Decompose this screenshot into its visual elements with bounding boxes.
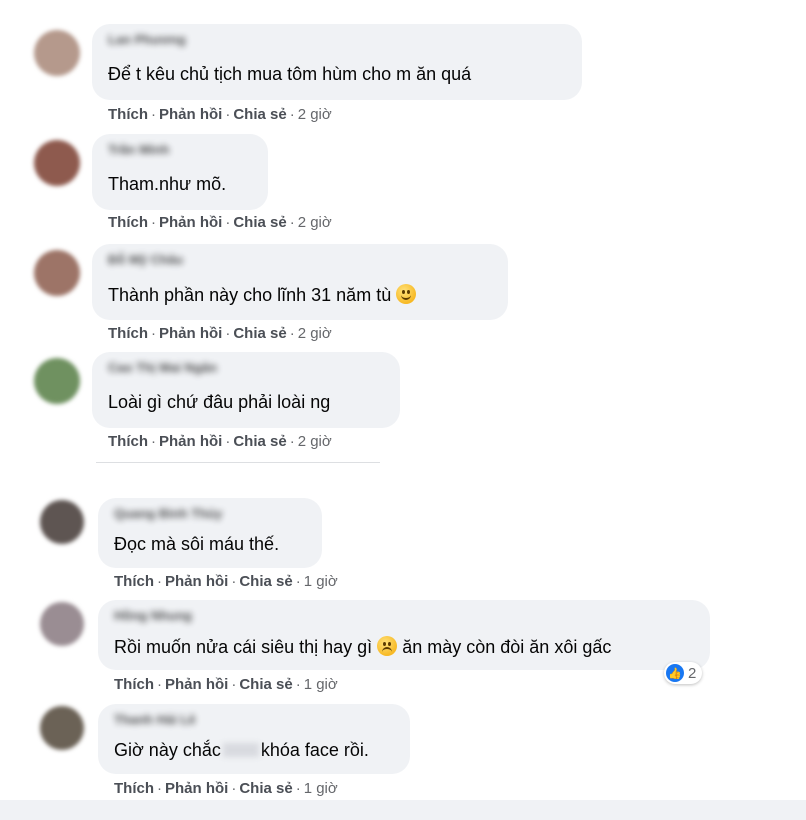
separator: · xyxy=(157,676,162,693)
comment-actions: Thích · Phản hồi · Chia sẻ · 1 giờ xyxy=(114,573,338,590)
like-link[interactable]: Thích xyxy=(114,676,154,693)
separator: · xyxy=(225,214,231,231)
comment-text: Rồi muốn nửa cái siêu thị hay gì ăn mày … xyxy=(114,636,611,658)
share-link[interactable]: Chia sẻ xyxy=(239,676,292,693)
avatar[interactable] xyxy=(34,30,80,76)
like-link[interactable]: Thích xyxy=(108,106,148,123)
comment-actions: Thích · Phản hồi · Chia sẻ · 1 giờ xyxy=(114,676,338,693)
comment-bubble: Trần Minh Tham.như mõ. xyxy=(92,134,268,210)
reply-link[interactable]: Phản hồi xyxy=(159,433,222,450)
commenter-name[interactable]: Quang Bình Thủy xyxy=(114,506,222,521)
commenter-name[interactable]: Đỗ Mỹ Châu xyxy=(108,252,183,267)
reply-link[interactable]: Phản hồi xyxy=(165,573,228,590)
reply-link[interactable]: Phản hồi xyxy=(159,325,222,342)
comment-text: Thành phần này cho lĩnh 31 năm tù xyxy=(108,284,417,306)
commenter-name[interactable]: Thanh Hải Lê xyxy=(114,712,196,727)
share-link[interactable]: Chia sẻ xyxy=(233,106,286,123)
separator: · xyxy=(151,214,156,231)
separator: · xyxy=(231,780,237,797)
comment-text: Loài gì chứ đâu phải loài ng xyxy=(108,392,331,412)
like-link[interactable]: Thích xyxy=(114,573,154,590)
comment-text-content: khóa face rồi. xyxy=(260,740,369,760)
commenter-name[interactable]: Lan Phương xyxy=(108,32,186,47)
comment-actions: Thích · Phản hồi · Chia sẻ · 2 giờ xyxy=(108,106,332,123)
timestamp[interactable]: 1 giờ xyxy=(304,780,338,797)
timestamp[interactable]: 2 giờ xyxy=(298,106,332,123)
separator: · xyxy=(157,780,162,797)
timestamp[interactable]: 2 giờ xyxy=(298,433,332,450)
like-link[interactable]: Thích xyxy=(108,325,148,342)
avatar[interactable] xyxy=(40,602,84,646)
like-link[interactable]: Thích xyxy=(114,780,154,797)
share-link[interactable]: Chia sẻ xyxy=(239,780,292,797)
commenter-name[interactable]: Trần Minh xyxy=(108,142,169,157)
comment-bubble: Hồng Nhung Rồi muốn nửa cái siêu thị hay… xyxy=(98,600,710,670)
comment-bubble: Lan Phương Để t kêu chủ tịch mua tôm hùm… xyxy=(92,24,582,100)
reply-link[interactable]: Phản hồi xyxy=(165,676,228,693)
share-link[interactable]: Chia sẻ xyxy=(233,214,286,231)
separator: · xyxy=(289,325,295,342)
comment-actions: Thích · Phản hồi · Chia sẻ · 1 giờ xyxy=(114,780,338,797)
comment-text-content: Thành phần này cho lĩnh 31 năm tù xyxy=(108,285,392,305)
reaction-count: 2 xyxy=(688,664,697,682)
separator: · xyxy=(289,214,295,231)
frown-emoji xyxy=(377,636,398,656)
reply-link[interactable]: Phản hồi xyxy=(159,214,222,231)
separator: · xyxy=(151,106,156,123)
comment-text: Đọc mà sôi máu thế. xyxy=(114,534,280,554)
comment-text: Tham.như mõ. xyxy=(108,174,227,194)
share-link[interactable]: Chia sẻ xyxy=(233,325,286,342)
separator: · xyxy=(151,325,156,342)
separator: · xyxy=(231,676,237,693)
separator: · xyxy=(225,325,231,342)
comment-text-content: ăn mày còn đòi ăn xôi gấc xyxy=(402,637,612,657)
comment-bubble: Quang Bình Thủy Đọc mà sôi máu thế. xyxy=(98,498,322,568)
commenter-name[interactable]: Cao Thị Mai Ngân xyxy=(108,360,217,375)
comment-bubble: Cao Thị Mai Ngân Loài gì chứ đâu phải lo… xyxy=(92,352,400,428)
like-icon: 👍 xyxy=(666,664,684,682)
blurred-text xyxy=(222,743,259,757)
like-link[interactable]: Thích xyxy=(108,214,148,231)
separator: · xyxy=(157,573,162,590)
timestamp[interactable]: 2 giờ xyxy=(298,214,332,231)
comment-bubble: Thanh Hải Lê Giờ này chắc khóa face rồi. xyxy=(98,704,410,774)
separator: · xyxy=(225,433,231,450)
separator: · xyxy=(295,573,301,590)
separator: · xyxy=(231,573,237,590)
separator: · xyxy=(225,106,231,123)
avatar[interactable] xyxy=(34,358,80,404)
reply-link[interactable]: Phản hồi xyxy=(165,780,228,797)
separator: · xyxy=(295,676,301,693)
separator: · xyxy=(289,106,295,123)
timestamp[interactable]: 1 giờ xyxy=(304,573,338,590)
comment-text: Giờ này chắc khóa face rồi. xyxy=(114,740,369,761)
share-link[interactable]: Chia sẻ xyxy=(239,573,292,590)
divider xyxy=(96,462,380,463)
comment-text: Để t kêu chủ tịch mua tôm hùm cho m ăn q… xyxy=(108,64,472,84)
avatar[interactable] xyxy=(40,706,84,750)
comment-text-content: Giờ này chắc xyxy=(114,740,221,760)
smile-emoji xyxy=(396,284,417,304)
reply-link[interactable]: Phản hồi xyxy=(159,106,222,123)
comment-bubble: Đỗ Mỹ Châu Thành phần này cho lĩnh 31 nă… xyxy=(92,244,508,320)
comment-actions: Thích · Phản hồi · Chia sẻ · 2 giờ xyxy=(108,214,332,231)
separator: · xyxy=(289,433,295,450)
commenter-name[interactable]: Hồng Nhung xyxy=(114,608,192,623)
share-link[interactable]: Chia sẻ xyxy=(233,433,286,450)
separator: · xyxy=(151,433,156,450)
like-link[interactable]: Thích xyxy=(108,433,148,450)
timestamp[interactable]: 1 giờ xyxy=(304,676,338,693)
comment-actions: Thích · Phản hồi · Chia sẻ · 2 giờ xyxy=(108,433,332,450)
avatar[interactable] xyxy=(34,250,80,296)
avatar[interactable] xyxy=(34,140,80,186)
comment-actions: Thích · Phản hồi · Chia sẻ · 2 giờ xyxy=(108,325,332,342)
avatar[interactable] xyxy=(40,500,84,544)
reaction-summary[interactable]: 👍 2 xyxy=(664,662,703,684)
comment-text-content: Rồi muốn nửa cái siêu thị hay gì xyxy=(114,637,373,657)
separator: · xyxy=(295,780,301,797)
timestamp[interactable]: 2 giờ xyxy=(298,325,332,342)
bottom-bar xyxy=(0,800,806,820)
